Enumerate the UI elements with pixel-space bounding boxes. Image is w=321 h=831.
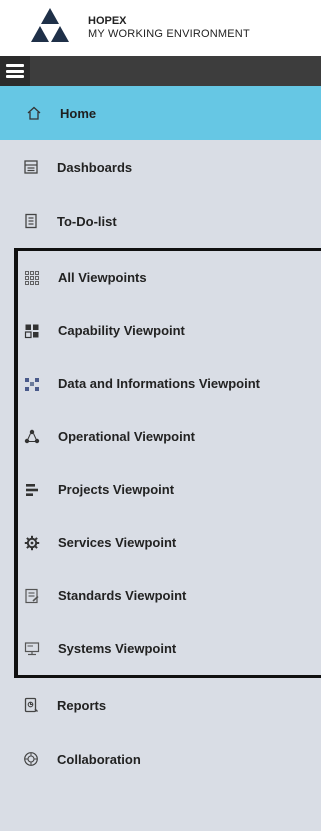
operational-nodes-icon [24, 429, 40, 445]
sidebar-item-data-informations-viewpoint[interactable]: Data and Informations Viewpoint [18, 357, 321, 410]
home-icon [26, 105, 42, 121]
standards-document-icon [24, 588, 40, 604]
sidebar-item-label: Home [60, 105, 97, 121]
sidebar-item-label: All Viewpoints [58, 270, 147, 285]
hamburger-icon [6, 64, 24, 78]
sidebar-nav: Home Dashboards To-Do-list All Viewpoint… [0, 86, 321, 831]
collaboration-icon [23, 751, 39, 767]
sidebar-footer-items: Reports Collaboration [0, 678, 321, 786]
sidebar-item-systems-viewpoint[interactable]: Systems Viewpoint [18, 622, 321, 675]
sidebar-item-label: Reports [57, 697, 107, 713]
sidebar-item-label: Standards Viewpoint [58, 588, 187, 603]
sidebar-item-standards-viewpoint[interactable]: Standards Viewpoint [18, 569, 321, 622]
sidebar-item-label: Systems Viewpoint [58, 641, 177, 656]
sidebar-item-services-viewpoint[interactable]: Services Viewpoint [18, 516, 321, 569]
sidebar-item-label: Capability Viewpoint [58, 323, 185, 338]
capability-icon [24, 323, 40, 339]
sidebar-item-operational-viewpoint[interactable]: Operational Viewpoint [18, 410, 321, 463]
projects-icon [24, 482, 40, 498]
sidebar-item-label: Collaboration [57, 751, 141, 767]
app-header: HOPEX MY WORKING ENVIRONMENT [0, 0, 321, 56]
sidebar-item-collaboration[interactable]: Collaboration [0, 732, 321, 786]
sidebar-item-all-viewpoints[interactable]: All Viewpoints [18, 251, 321, 304]
sidebar-item-home[interactable]: Home [0, 86, 321, 140]
menu-toggle-button[interactable] [0, 56, 30, 86]
sidebar-item-capability-viewpoint[interactable]: Capability Viewpoint [18, 304, 321, 357]
sidebar-item-label: Services Viewpoint [58, 535, 177, 550]
sidebar-item-label: Projects Viewpoint [58, 482, 175, 497]
data-hierarchy-icon [24, 376, 40, 392]
sidebar-item-dashboards[interactable]: Dashboards [0, 140, 321, 194]
dashboard-icon [23, 159, 39, 175]
top-toolbar [0, 56, 321, 86]
sidebar-item-todo-list[interactable]: To-Do-list [0, 194, 321, 248]
viewpoints-group: All Viewpoints Capability Viewpoint Data… [14, 248, 321, 678]
systems-monitor-icon [24, 641, 40, 657]
sidebar-item-label: To-Do-list [57, 213, 117, 229]
sidebar-item-label: Operational Viewpoint [58, 429, 196, 444]
brand-title: HOPEX [88, 15, 127, 27]
gear-icon [24, 535, 40, 551]
sidebar-item-label: Data and Informations Viewpoint [58, 376, 261, 391]
reports-icon [23, 697, 39, 713]
hopex-logo [28, 6, 72, 50]
grid-icon [24, 270, 40, 286]
todo-list-icon [23, 213, 39, 229]
sidebar-item-label: Dashboards [57, 159, 133, 175]
sidebar-item-reports[interactable]: Reports [0, 678, 321, 732]
sidebar-item-projects-viewpoint[interactable]: Projects Viewpoint [18, 463, 321, 516]
brand-subtitle: MY WORKING ENVIRONMENT [88, 28, 250, 40]
brand-text: HOPEX MY WORKING ENVIRONMENT [88, 15, 250, 41]
